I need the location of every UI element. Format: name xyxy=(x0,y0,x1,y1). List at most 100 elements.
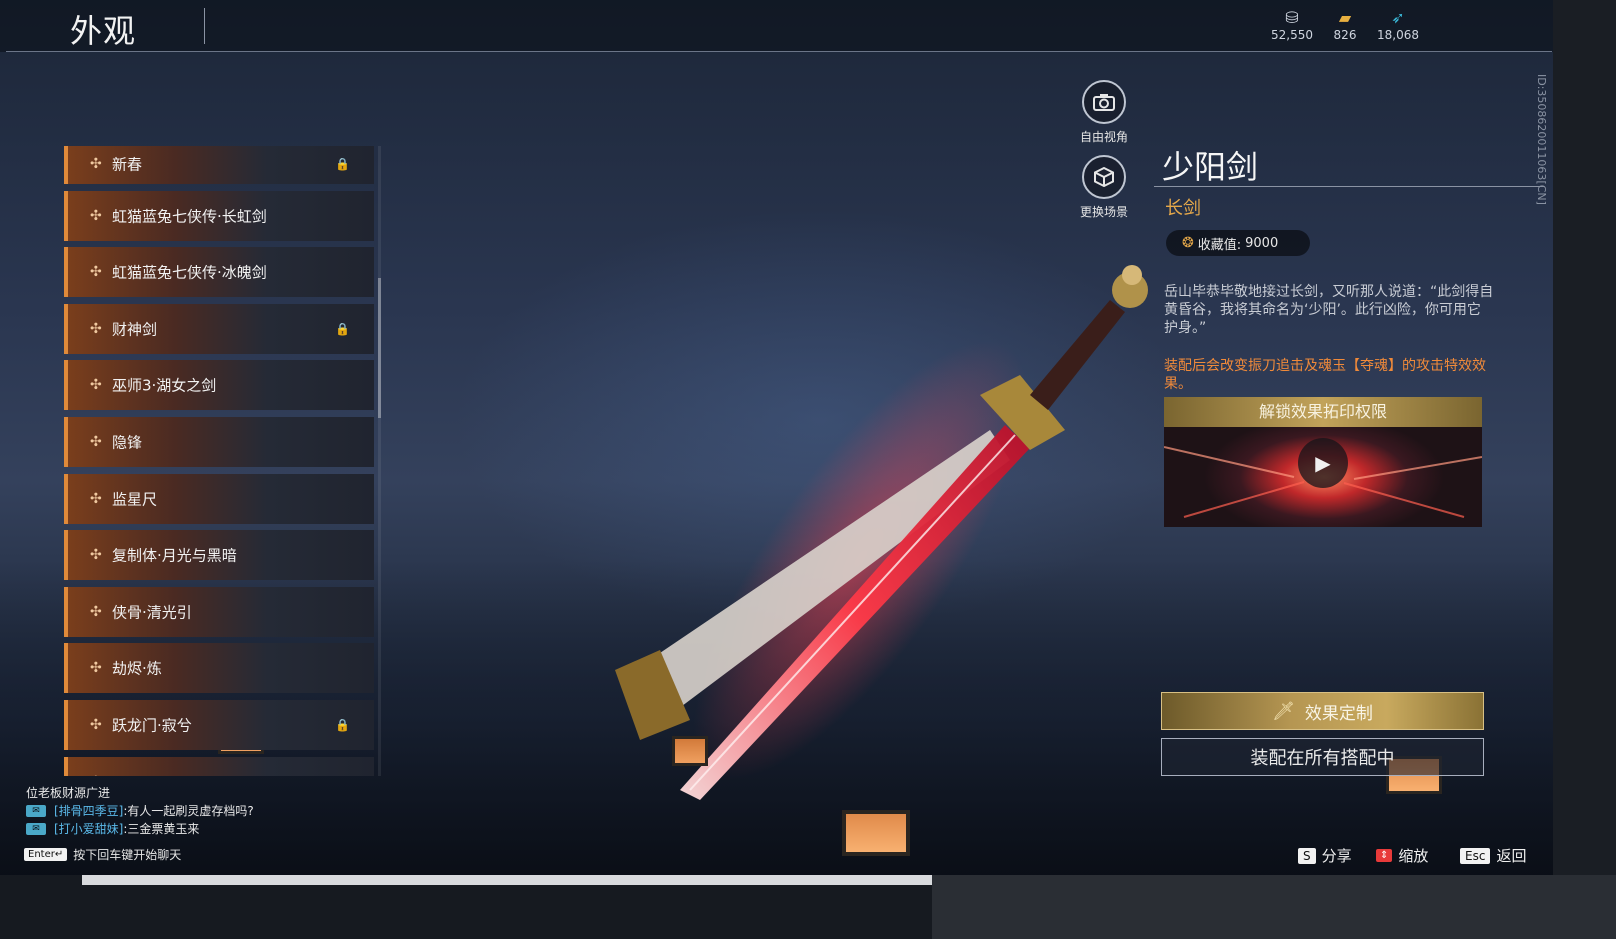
list-item[interactable]: ✣ 劫烬·炼 xyxy=(64,643,374,694)
list-item-label: 隐锋 xyxy=(112,433,143,452)
share-key: S xyxy=(1298,847,1316,864)
list-item-label: 劫烬·炼 xyxy=(112,659,162,678)
mouse-wheel-icon: ⇕ xyxy=(1376,849,1393,862)
list-item[interactable]: ✣ 隐锋 xyxy=(64,416,374,467)
change-scene-button[interactable]: 更换场景 xyxy=(1074,155,1134,220)
list-item[interactable]: ✣ 新春 🔒 xyxy=(64,146,374,184)
list-item[interactable]: ✣ 巫师3·湖女之剑 xyxy=(64,360,374,411)
skin-type-icon: ✣ xyxy=(90,490,102,507)
chat-input-hint[interactable]: Enter↵ 按下回车键开始聊天 xyxy=(24,846,181,863)
lantern-decoration xyxy=(842,810,910,856)
customize-effect-button[interactable]: 🗡 效果定制 xyxy=(1161,692,1484,730)
chat-user[interactable]: [排骨四季豆] xyxy=(54,802,123,820)
list-item[interactable]: ✣ 财神剑 🔒 xyxy=(64,303,374,354)
play-icon[interactable]: ▶ xyxy=(1298,438,1348,488)
skin-type-icon: ✣ xyxy=(90,660,102,677)
feather-icon: ➶ xyxy=(1391,8,1405,27)
free-view-button[interactable]: 自由视角 xyxy=(1074,80,1134,145)
list-scroll-thumb[interactable] xyxy=(378,278,381,418)
list-item-label: 财神剑 xyxy=(112,320,158,339)
list-item-label: 复制体·月光与黑暗 xyxy=(112,546,237,565)
share-hint[interactable]: S 分享 xyxy=(1298,845,1352,866)
desktop-background xyxy=(0,875,1616,939)
chat-message: ✉ [排骨四季豆] :有人一起刷灵虚存档吗? xyxy=(26,802,254,820)
list-scrollbar[interactable] xyxy=(378,146,381,776)
collection-label: 收藏值: xyxy=(1197,237,1242,253)
enter-key-icon: Enter↵ xyxy=(24,848,68,861)
back-label: 返回 xyxy=(1496,847,1527,865)
weapon-name: 少阳剑 xyxy=(1162,148,1259,186)
currency-value: 826 xyxy=(1333,28,1357,42)
chat-channel-icon: ✉ xyxy=(26,823,46,835)
customize-label: 效果定制 xyxy=(1304,703,1373,724)
list-item[interactable]: ✣ 虹猫蓝兔七侠传·长虹剑 xyxy=(64,190,374,241)
skin-type-icon: ✣ xyxy=(90,716,102,733)
list-item[interactable]: ✣ 跃龙门·寂兮 🔒 xyxy=(64,699,374,750)
chat-header: 位老板财源广进 xyxy=(26,786,111,800)
collection-value: 9000 xyxy=(1245,235,1279,251)
top-divider xyxy=(6,51,1552,52)
equip-all-button[interactable]: 装配在所有搭配中 xyxy=(1161,738,1484,776)
desktop-edge xyxy=(1553,0,1616,875)
skin-type-icon: ✣ xyxy=(90,603,102,620)
currency-ticket[interactable]: ▰ 826 xyxy=(1326,8,1364,42)
lock-icon: 🔒 xyxy=(335,157,350,171)
cube-icon xyxy=(1082,155,1126,199)
back-hint[interactable]: Esc 返回 xyxy=(1460,845,1526,866)
chat-text: :三金票黄玉来 xyxy=(123,822,200,836)
unlock-effect-title: 解锁效果拓印权限 xyxy=(1164,397,1482,427)
esc-key: Esc xyxy=(1460,847,1491,864)
list-item-label: 巫师3·湖女之剑 xyxy=(112,376,217,395)
chat-text: :有人一起刷灵虚存档吗? xyxy=(123,804,254,818)
underlying-window-edge xyxy=(82,875,932,885)
sword-icon: 🗡 xyxy=(1272,700,1295,722)
change-scene-label: 更换场景 xyxy=(1079,205,1128,219)
skin-type-icon: ✣ xyxy=(90,207,102,224)
underlying-window-area xyxy=(932,875,1616,939)
game-viewport: 外观 ⛁ 52,550 ▰ 826 ➶ 18,068 ID:3508620011… xyxy=(0,0,1568,875)
list-item[interactable]: ✣ 侠骨·清光引 xyxy=(64,586,374,637)
skin-type-icon: ✣ xyxy=(90,547,102,564)
page-title: 外观 xyxy=(70,12,137,50)
weapon-type: 长剑 xyxy=(1165,198,1201,219)
chat-user[interactable]: [打小爱甜妹] xyxy=(54,820,123,838)
share-label: 分享 xyxy=(1321,847,1352,865)
lantern-decoration xyxy=(672,736,708,766)
list-item[interactable]: ✣ 虹猫蓝兔七侠传·冰魄剑 xyxy=(64,247,374,298)
skin-type-icon: ✣ xyxy=(90,264,102,281)
chat-input-label: 按下回车键开始聊天 xyxy=(73,848,182,862)
list-item-label: 虹猫蓝兔七侠传·长虹剑 xyxy=(112,207,267,226)
list-item[interactable]: ✣ 复制体·月光与黑暗 xyxy=(64,530,374,581)
zoom-label: 缩放 xyxy=(1398,847,1429,865)
list-item[interactable]: ✣ 监星尺 xyxy=(64,473,374,524)
zoom-hint[interactable]: ⇕ 缩放 xyxy=(1376,845,1428,866)
chat-panel: 位老板财源广进 ✉ [排骨四季豆] :有人一起刷灵虚存档吗? ✉ [打小爱甜妹]… xyxy=(26,784,254,838)
skin-type-icon: ✣ xyxy=(90,156,102,172)
list-item-label: 跃龙门·寂兮 xyxy=(112,716,192,735)
chat-message: ✉ [打小爱甜妹] :三金票黄玉来 xyxy=(26,820,254,838)
skin-type-icon: ✣ xyxy=(90,320,102,337)
title-divider xyxy=(204,8,205,44)
currency-feather[interactable]: ➶ 18,068 xyxy=(1374,8,1422,42)
currency-value: 52,550 xyxy=(1271,28,1313,42)
player-id: ID:3508620011063[CN] xyxy=(1535,74,1548,205)
camera-icon xyxy=(1082,80,1126,124)
list-item-label: 监星尺 xyxy=(112,490,158,509)
skin-type-icon: ✣ xyxy=(90,774,102,776)
currency-coin[interactable]: ⛁ 52,550 xyxy=(1268,8,1316,42)
effect-description: 装配后会改变振刀追击及魂玉【夺魂】的攻击特效效果。 xyxy=(1164,358,1486,392)
name-divider xyxy=(1154,186,1544,187)
lock-icon: 🔒 xyxy=(335,321,350,336)
equip-label: 装配在所有搭配中 xyxy=(1250,748,1395,769)
list-item-label: 新春 xyxy=(112,155,143,174)
skin-type-icon: ✣ xyxy=(90,377,102,394)
list-item-label: 虹猫蓝兔七侠传·冰魄剑 xyxy=(112,263,267,282)
weapon-description: 岳山毕恭毕敬地接过长剑，又听那人说道：“此剑得自黄昏谷，我将其命名为‘少阳’。此… xyxy=(1164,284,1494,336)
free-view-label: 自由视角 xyxy=(1079,130,1128,144)
list-item-label: 侠骨·清光引 xyxy=(112,603,192,622)
collection-icon: ❂ xyxy=(1182,235,1194,251)
list-item[interactable]: ✣ xyxy=(64,756,374,776)
skin-list[interactable]: ✣ 新春 🔒 ✣ 虹猫蓝兔七侠传·长虹剑 ✣ 虹猫蓝兔七侠传·冰魄剑 ✣ 财神剑 🔒 ✣ 巫师… xyxy=(64,146,374,776)
skin-type-icon: ✣ xyxy=(90,433,102,450)
currency-value: 18,068 xyxy=(1377,28,1419,42)
